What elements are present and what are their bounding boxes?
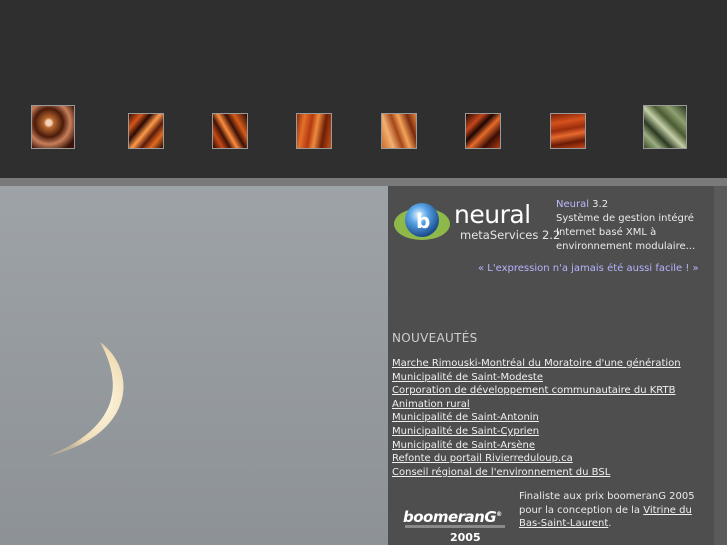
news-link[interactable]: Municipalité de Saint-Arsène — [392, 440, 535, 451]
list-item: Refonte du portail Rivierreduloup.ca — [392, 452, 681, 466]
thumbnail-2[interactable] — [128, 113, 164, 149]
award-text: Finaliste aux prix boomeranG 2005 pour l… — [519, 490, 707, 531]
list-item: Marche Rimouski-Montréal du Moratoire d'… — [392, 357, 681, 371]
svg-text:b: b — [416, 209, 430, 233]
thumbnail-6[interactable] — [465, 113, 501, 149]
thumbnail-1[interactable] — [31, 105, 75, 149]
news-link[interactable]: Corporation de développement communautai… — [392, 385, 675, 396]
thumbnail-4[interactable] — [296, 113, 332, 149]
news-link[interactable]: Marche Rimouski-Montréal du Moratoire d'… — [392, 358, 681, 369]
list-item: Conseil régional de l'environnement du B… — [392, 466, 681, 480]
panel-edge — [714, 186, 727, 545]
list-item: Municipalité de Saint-Arsène — [392, 439, 681, 453]
list-item: Municipalité de Saint-Cyprien — [392, 425, 681, 439]
boomerang-logo-text: boomeranG — [403, 508, 497, 526]
thumbnail-3[interactable] — [212, 113, 248, 149]
product-description: Neural 3.2 Système de gestion intégré In… — [556, 198, 706, 254]
list-item: Corporation de développement communautai… — [392, 384, 681, 398]
thumbnail-7[interactable] — [550, 113, 586, 149]
news-list: Marche Rimouski-Montréal du Moratoire d'… — [392, 357, 681, 479]
list-item: Animation rural — [392, 398, 681, 412]
neural-logo-subtitle: metaServices 2.2 — [460, 228, 561, 242]
news-link[interactable]: Municipalité de Saint-Antonin — [392, 412, 539, 423]
boomerang-year: 2005 — [450, 531, 481, 544]
thumbnail-5[interactable] — [381, 113, 417, 149]
news-link[interactable]: Animation rural — [392, 399, 470, 410]
news-link[interactable]: Municipalité de Saint-Modeste — [392, 372, 543, 383]
boomerang-logo[interactable]: boomeranG® — [403, 508, 502, 526]
product-version: 3.2 — [589, 199, 609, 210]
tagline-link[interactable]: « L'expression n'a jamais été aussi faci… — [478, 263, 699, 274]
neural-logo-text: neural — [454, 200, 531, 229]
header-bar — [0, 0, 727, 180]
news-heading: NOUVEAUTÉS — [392, 331, 478, 345]
header-divider — [0, 178, 727, 186]
news-link[interactable]: Conseil régional de l'environnement du B… — [392, 467, 610, 478]
list-item: Municipalité de Saint-Antonin — [392, 411, 681, 425]
thumbnail-8[interactable] — [643, 105, 687, 149]
boomerang-logo-underline — [405, 525, 505, 528]
crescent-moon-image — [48, 342, 124, 456]
list-item: Municipalité de Saint-Modeste — [392, 371, 681, 385]
award-text-after: . — [608, 518, 612, 530]
product-description-text: Système de gestion intégré Internet basé… — [556, 213, 696, 252]
product-name[interactable]: Neural — [556, 199, 589, 210]
news-link[interactable]: Municipalité de Saint-Cyprien — [392, 426, 539, 437]
news-link[interactable]: Refonte du portail Rivierreduloup.ca — [392, 453, 573, 464]
